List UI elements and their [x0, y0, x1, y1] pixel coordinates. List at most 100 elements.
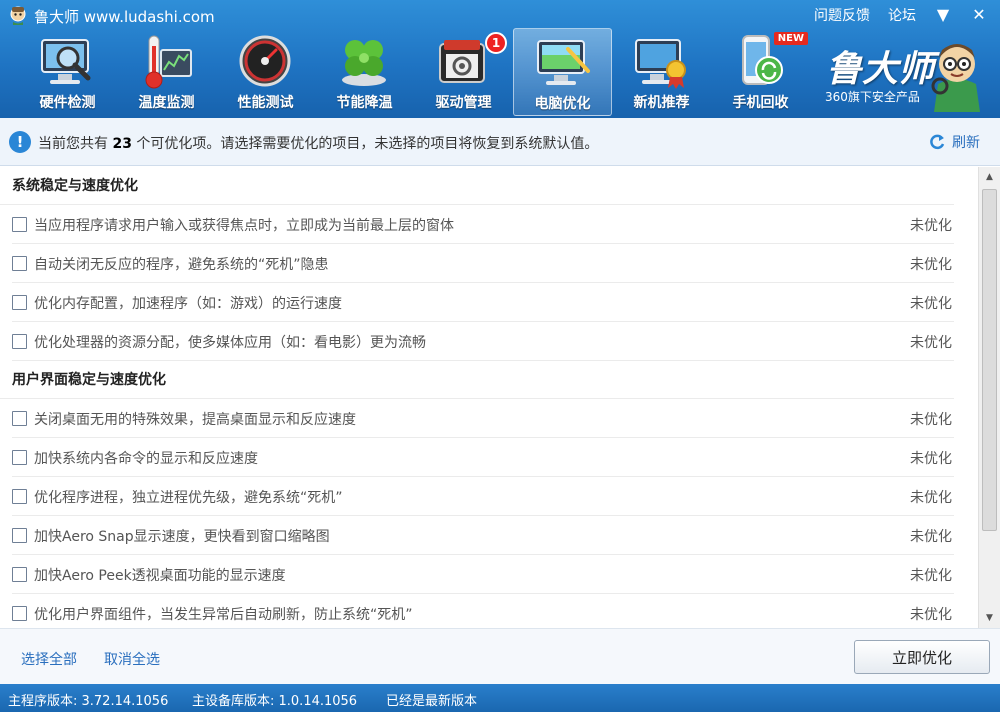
item-status: 未优化: [910, 568, 952, 584]
item-checkbox[interactable]: [12, 567, 27, 582]
nav-temperature[interactable]: 温度监测: [117, 28, 216, 116]
list-item: 加快Aero Snap显示速度，更快看到窗口缩略图 未优化: [12, 516, 954, 555]
item-checkbox[interactable]: [12, 411, 27, 426]
item-checkbox[interactable]: [12, 256, 27, 271]
list-scrollbar[interactable]: ▲ ▼: [978, 167, 1000, 628]
main-nav: 硬件检测 温度监测 性能测试 节能降温 1 驱动管理 电脑优化 新机推荐 NEW…: [18, 28, 810, 116]
optimization-list: 系统稳定与速度优化 当应用程序请求用户输入或获得焦点时，立即成为当前最上层的窗体…: [0, 167, 978, 628]
action-footer: 选择全部 取消全选 立即优化: [0, 628, 1000, 684]
refresh-button[interactable]: 刷新: [928, 132, 980, 152]
feedback-link[interactable]: 问题反馈: [814, 5, 870, 25]
nav-label: 节能降温: [336, 95, 393, 111]
list-item: 优化处理器的资源分配，使多媒体应用（如：看电影）更为流畅 未优化: [12, 322, 954, 361]
info-bar: ! 当前您共有 23 个可优化项。请选择需要优化的项目，未选择的项目将恢复到系统…: [0, 118, 1000, 166]
list-item: 加快Aero Peek透视桌面功能的显示速度 未优化: [12, 555, 954, 594]
notification-badge: 1: [485, 32, 507, 54]
item-label: 自动关闭无反应的程序，避免系统的“死机”隐患: [34, 257, 329, 273]
scroll-thumb[interactable]: [982, 189, 997, 531]
brand: 鲁大师 360旗下安全产品: [820, 34, 990, 114]
nav-label: 温度监测: [138, 95, 195, 111]
driver-board-icon: [439, 40, 485, 83]
info-message: 当前您共有 23 个可优化项。请选择需要优化的项目，未选择的项目将恢复到系统默认…: [38, 136, 599, 152]
device-db-version: 主设备库版本: 1.0.14.1056: [192, 694, 358, 709]
item-label: 优化内存配置，加速程序（如：游戏）的运行速度: [34, 296, 342, 312]
top-links: 问题反馈 论坛 ▼ ✕: [814, 5, 988, 25]
list-item: 当应用程序请求用户输入或获得焦点时，立即成为当前最上层的窗体 未优化: [12, 205, 954, 244]
nav-label: 硬件检测: [39, 95, 96, 111]
item-label: 加快系统内各命令的显示和反应速度: [34, 451, 258, 467]
nav-hardware-check[interactable]: 硬件检测: [18, 28, 117, 116]
section-title: 系统稳定与速度优化: [0, 167, 954, 205]
item-label: 优化用户界面组件，当发生异常后自动刷新，防止系统“死机”: [34, 607, 413, 623]
scroll-up-icon[interactable]: ▲: [979, 167, 1000, 187]
app-header: 鲁大师 www.ludashi.com 问题反馈 论坛 ▼ ✕ 硬件检测 温度监…: [0, 0, 1000, 118]
refresh-icon: [930, 134, 945, 150]
section-title: 用户界面稳定与速度优化: [0, 361, 954, 399]
mascot-icon: [931, 44, 980, 112]
item-status: 未优化: [910, 296, 952, 312]
optimize-now-button[interactable]: 立即优化: [854, 640, 990, 674]
scroll-down-icon[interactable]: ▼: [979, 608, 1000, 628]
forum-link[interactable]: 论坛: [888, 5, 916, 25]
nav-driver-management[interactable]: 1 驱动管理: [414, 28, 513, 116]
nav-phone-recycle[interactable]: NEW 手机回收: [711, 28, 810, 116]
status-bar: 主程序版本: 3.72.14.1056 主设备库版本: 1.0.14.1056 …: [0, 684, 1000, 712]
optimizable-count: 23: [112, 136, 132, 152]
monitor-magnifier-icon: [41, 39, 91, 84]
close-icon[interactable]: ✕: [970, 6, 988, 24]
item-checkbox[interactable]: [12, 489, 27, 504]
title-bar: 鲁大师 www.ludashi.com 问题反馈 论坛 ▼ ✕: [0, 0, 1000, 30]
menu-dropdown-icon[interactable]: ▼: [934, 6, 952, 24]
item-status: 未优化: [910, 257, 952, 273]
nav-pc-optimize[interactable]: 电脑优化: [513, 28, 612, 116]
list-item: 优化用户界面组件，当发生异常后自动刷新，防止系统“死机” 未优化: [12, 594, 954, 628]
thermometer-icon: [145, 35, 192, 89]
item-checkbox[interactable]: [12, 334, 27, 349]
item-checkbox[interactable]: [12, 606, 27, 621]
list-item: 优化内存配置，加速程序（如：游戏）的运行速度 未优化: [12, 283, 954, 322]
item-status: 未优化: [910, 335, 952, 351]
monitor-brush-icon: [537, 40, 590, 85]
brand-subtitle: 360旗下安全产品: [825, 90, 920, 104]
main-version: 主程序版本: 3.72.14.1056: [8, 694, 169, 709]
item-label: 优化处理器的资源分配，使多媒体应用（如：看电影）更为流畅: [34, 335, 426, 351]
item-status: 未优化: [910, 490, 952, 506]
item-status: 未优化: [910, 451, 952, 467]
nav-new-device[interactable]: 新机推荐: [612, 28, 711, 116]
nav-label: 手机回收: [732, 95, 789, 111]
item-label: 优化程序进程，独立进程优先级，避免系统“死机”: [34, 490, 343, 506]
update-status: 已经是最新版本: [386, 694, 478, 709]
item-label: 加快Aero Snap显示速度，更快看到窗口缩略图: [34, 529, 330, 545]
item-checkbox[interactable]: [12, 217, 27, 232]
list-item: 加快系统内各命令的显示和反应速度 未优化: [12, 438, 954, 477]
deselect-all-link[interactable]: 取消全选: [104, 649, 160, 669]
info-icon: !: [9, 131, 31, 153]
item-status: 未优化: [910, 218, 952, 234]
nav-label: 性能测试: [237, 95, 294, 111]
item-checkbox[interactable]: [12, 450, 27, 465]
list-item: 优化程序进程，独立进程优先级，避免系统“死机” 未优化: [12, 477, 954, 516]
nav-label: 电脑优化: [534, 96, 591, 112]
list-item: 关闭桌面无用的特殊效果，提高桌面显示和反应速度 未优化: [12, 399, 954, 438]
item-status: 未优化: [910, 529, 952, 545]
monitor-medal-icon: [635, 39, 686, 89]
item-checkbox[interactable]: [12, 528, 27, 543]
new-tag: NEW: [773, 32, 808, 45]
nav-energy-saving[interactable]: 节能降温: [315, 28, 414, 116]
nav-label: 驱动管理: [435, 95, 492, 111]
item-status: 未优化: [910, 607, 952, 623]
item-status: 未优化: [910, 412, 952, 428]
speedometer-icon: [239, 35, 291, 87]
clover-icon: [342, 40, 386, 86]
item-checkbox[interactable]: [12, 295, 27, 310]
select-all-link[interactable]: 选择全部: [21, 649, 77, 669]
list-item: 自动关闭无反应的程序，避免系统的“死机”隐患 未优化: [12, 244, 954, 283]
item-label: 加快Aero Peek透视桌面功能的显示速度: [34, 568, 286, 584]
nav-label: 新机推荐: [633, 95, 690, 111]
window-title: 鲁大师 www.ludashi.com: [34, 8, 215, 26]
app-logo-icon: [10, 6, 26, 25]
nav-performance-test[interactable]: 性能测试: [216, 28, 315, 116]
item-label: 关闭桌面无用的特殊效果，提高桌面显示和反应速度: [34, 412, 356, 428]
refresh-label: 刷新: [952, 135, 980, 151]
item-label: 当应用程序请求用户输入或获得焦点时，立即成为当前最上层的窗体: [34, 218, 454, 234]
